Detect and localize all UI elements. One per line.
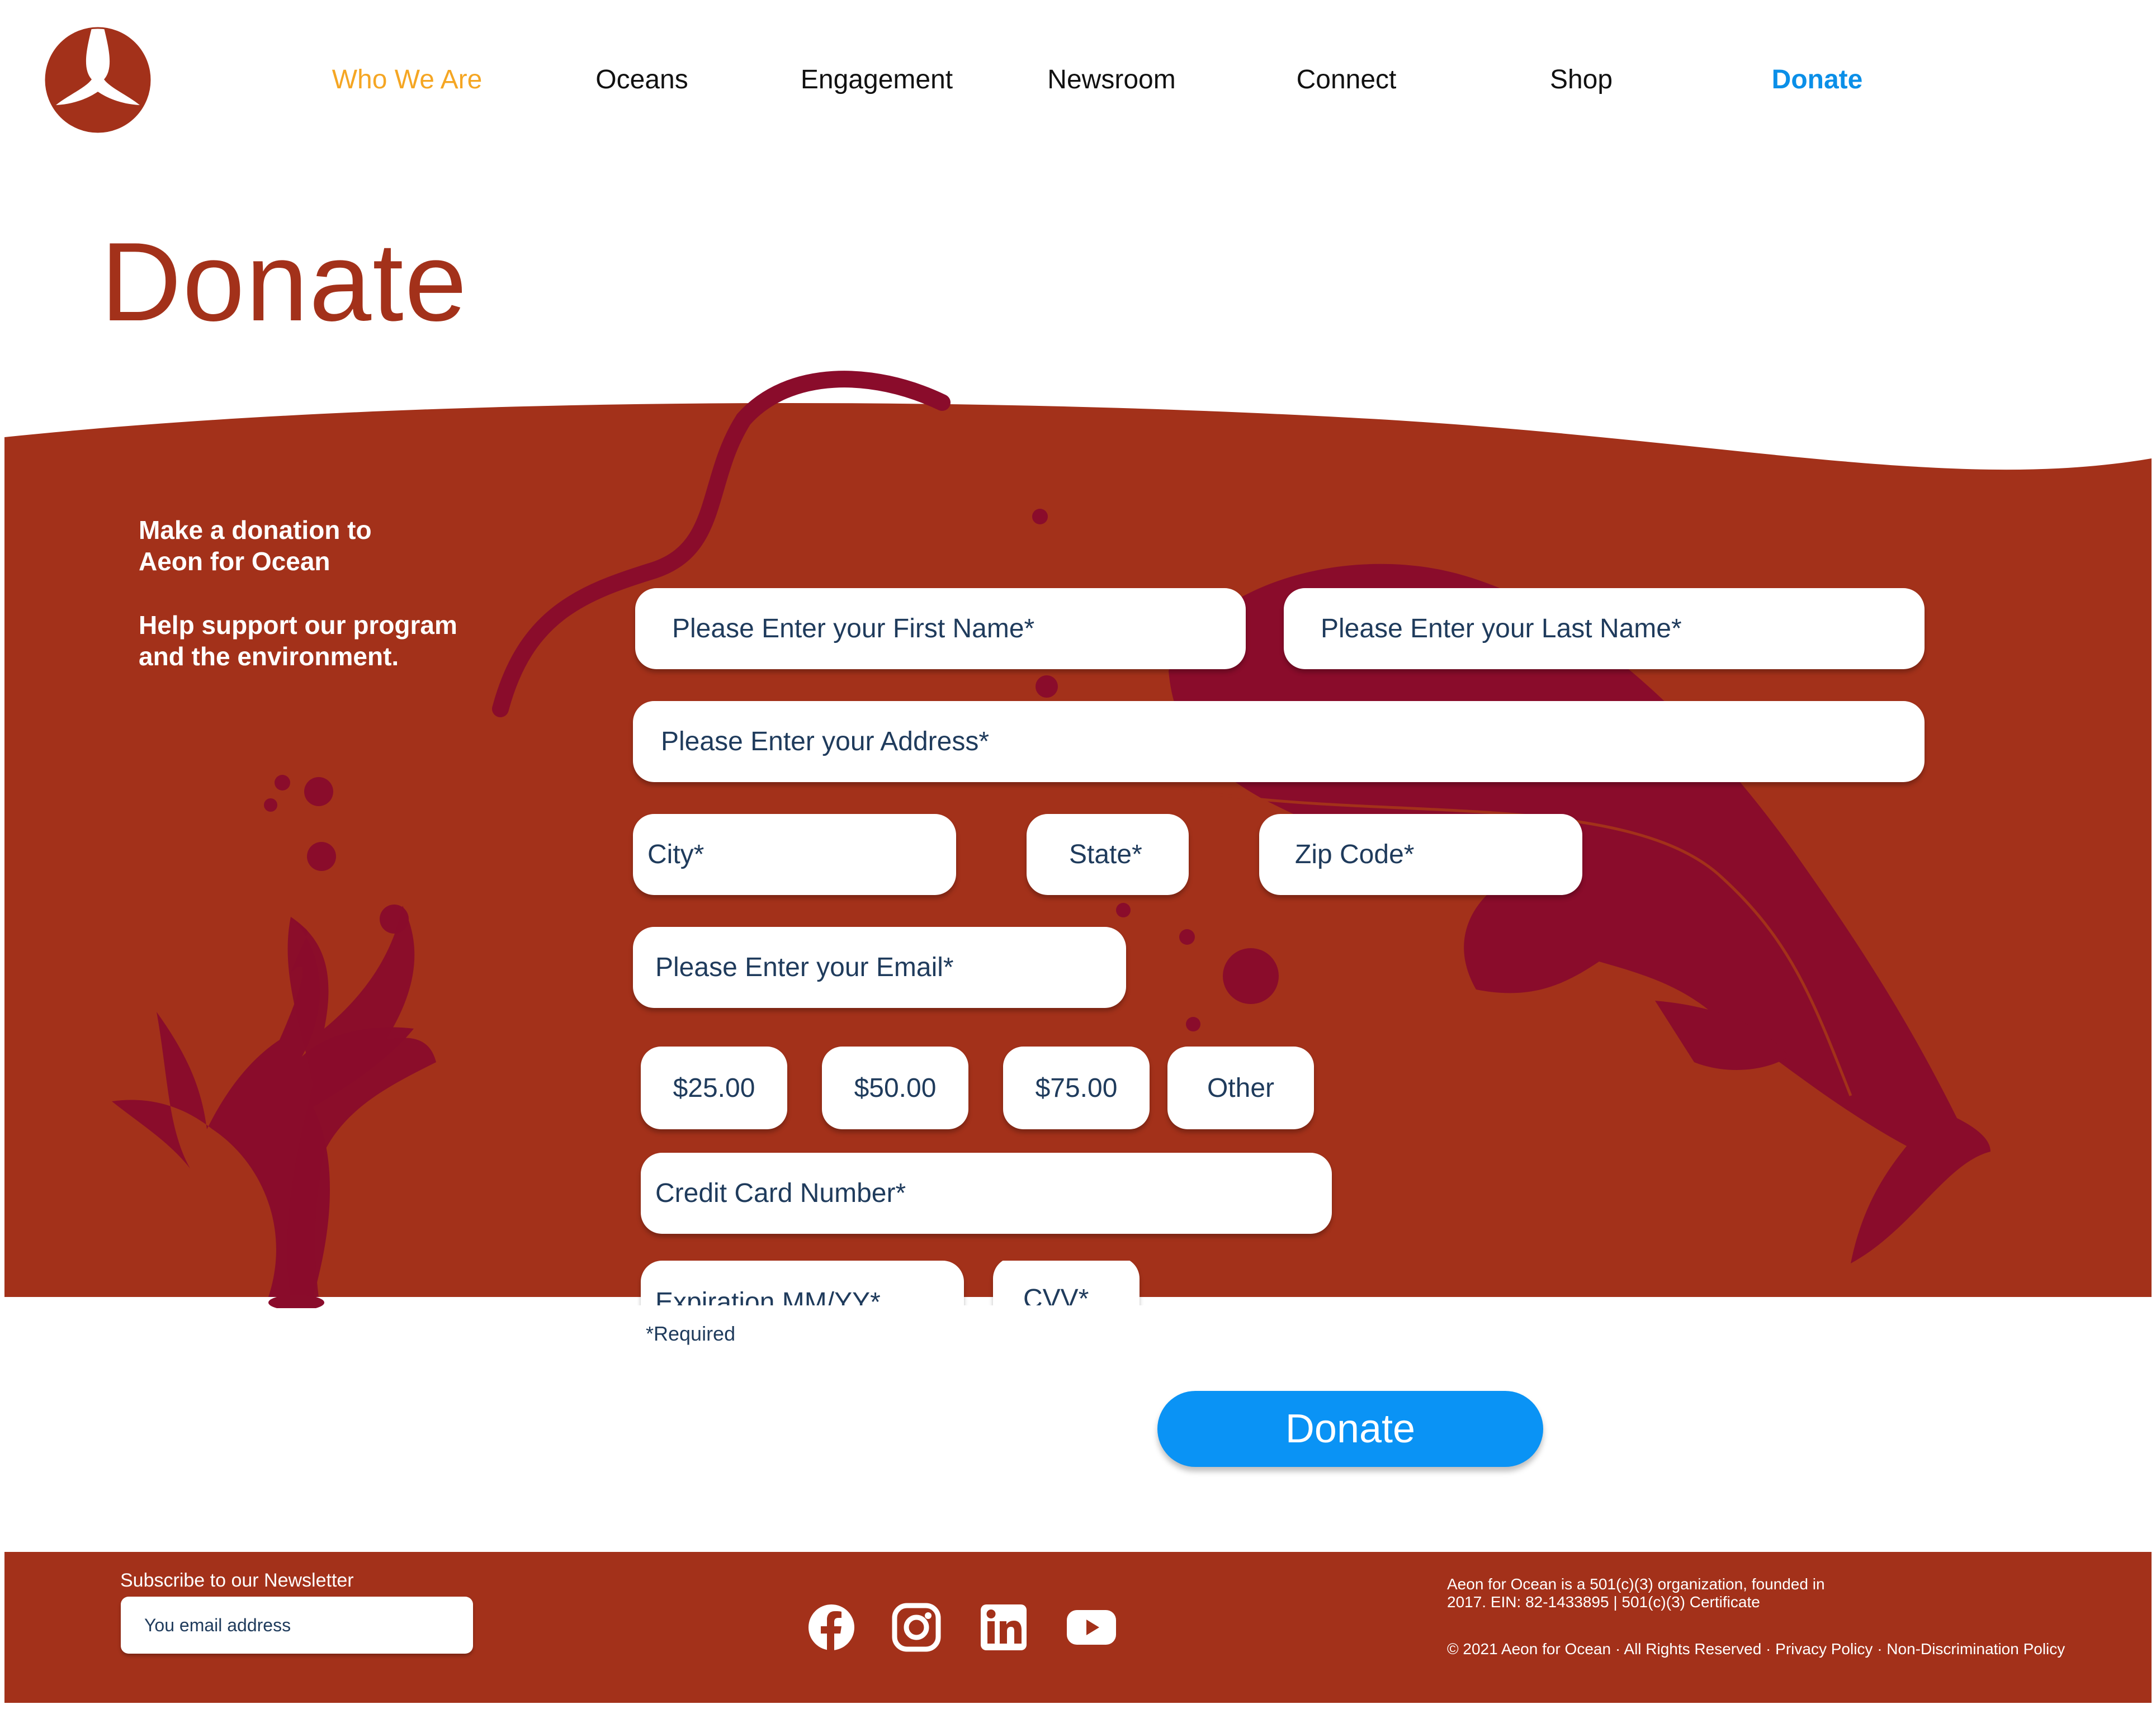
instagram-icon[interactable]: [891, 1602, 942, 1653]
youtube-icon[interactable]: [1066, 1602, 1117, 1653]
intro-line-2: Aeon for Ocean: [139, 547, 330, 576]
org-info: Aeon for Ocean is a 501(c)(3) organizati…: [1447, 1575, 2118, 1611]
card-details-row: [637, 1261, 1197, 1305]
copyright-links[interactable]: © 2021 Aeon for Ocean · All Rights Reser…: [1447, 1640, 2118, 1658]
zip-code-input[interactable]: [1259, 814, 1582, 895]
page-title: Donate: [101, 220, 468, 344]
required-note: *Required: [646, 1322, 736, 1345]
address-input[interactable]: [633, 701, 1925, 782]
nav-newsroom[interactable]: Newsroom: [1047, 60, 1175, 100]
intro-line-1: Make a donation to: [139, 515, 372, 545]
newsletter-label: Subscribe to our Newsletter: [120, 1570, 354, 1591]
intro-subtext: Help support our program and the environ…: [139, 609, 530, 672]
amount-50-button[interactable]: $50.00: [822, 1047, 968, 1129]
first-name-input[interactable]: [635, 588, 1246, 669]
nav-who-we-are[interactable]: Who We Are: [332, 60, 483, 100]
nav-engagement[interactable]: Engagement: [801, 60, 953, 100]
city-input[interactable]: [633, 814, 956, 895]
credit-card-input[interactable]: [641, 1153, 1332, 1234]
intro-heading: Make a donation to Aeon for Ocean: [139, 514, 530, 577]
expiration-input[interactable]: [641, 1261, 964, 1305]
amount-75-button[interactable]: $75.00: [1003, 1047, 1150, 1129]
facebook-icon[interactable]: [806, 1602, 857, 1653]
org-info-line-2: 2017. EIN: 82-1433895 | 501(c)(3) Certif…: [1447, 1593, 1760, 1611]
newsletter-email-input[interactable]: [121, 1597, 473, 1654]
aeon-logo-icon[interactable]: [45, 27, 151, 133]
cvv-input[interactable]: [993, 1261, 1140, 1305]
amount-other-button[interactable]: Other: [1167, 1047, 1314, 1129]
intro-line-4: and the environment.: [139, 642, 399, 671]
state-input[interactable]: [1027, 814, 1189, 895]
nav-oceans[interactable]: Oceans: [595, 60, 688, 100]
nav-shop[interactable]: Shop: [1550, 60, 1613, 100]
email-input[interactable]: [633, 927, 1126, 1008]
nav-connect[interactable]: Connect: [1297, 60, 1397, 100]
donate-submit-button[interactable]: Donate: [1157, 1391, 1543, 1467]
last-name-input[interactable]: [1284, 588, 1925, 669]
org-info-line-1: Aeon for Ocean is a 501(c)(3) organizati…: [1447, 1575, 1825, 1593]
intro-line-3: Help support our program: [139, 610, 457, 640]
nav-donate[interactable]: Donate: [1772, 60, 1863, 100]
linkedin-icon[interactable]: [978, 1602, 1029, 1653]
amount-25-button[interactable]: $25.00: [641, 1047, 787, 1129]
